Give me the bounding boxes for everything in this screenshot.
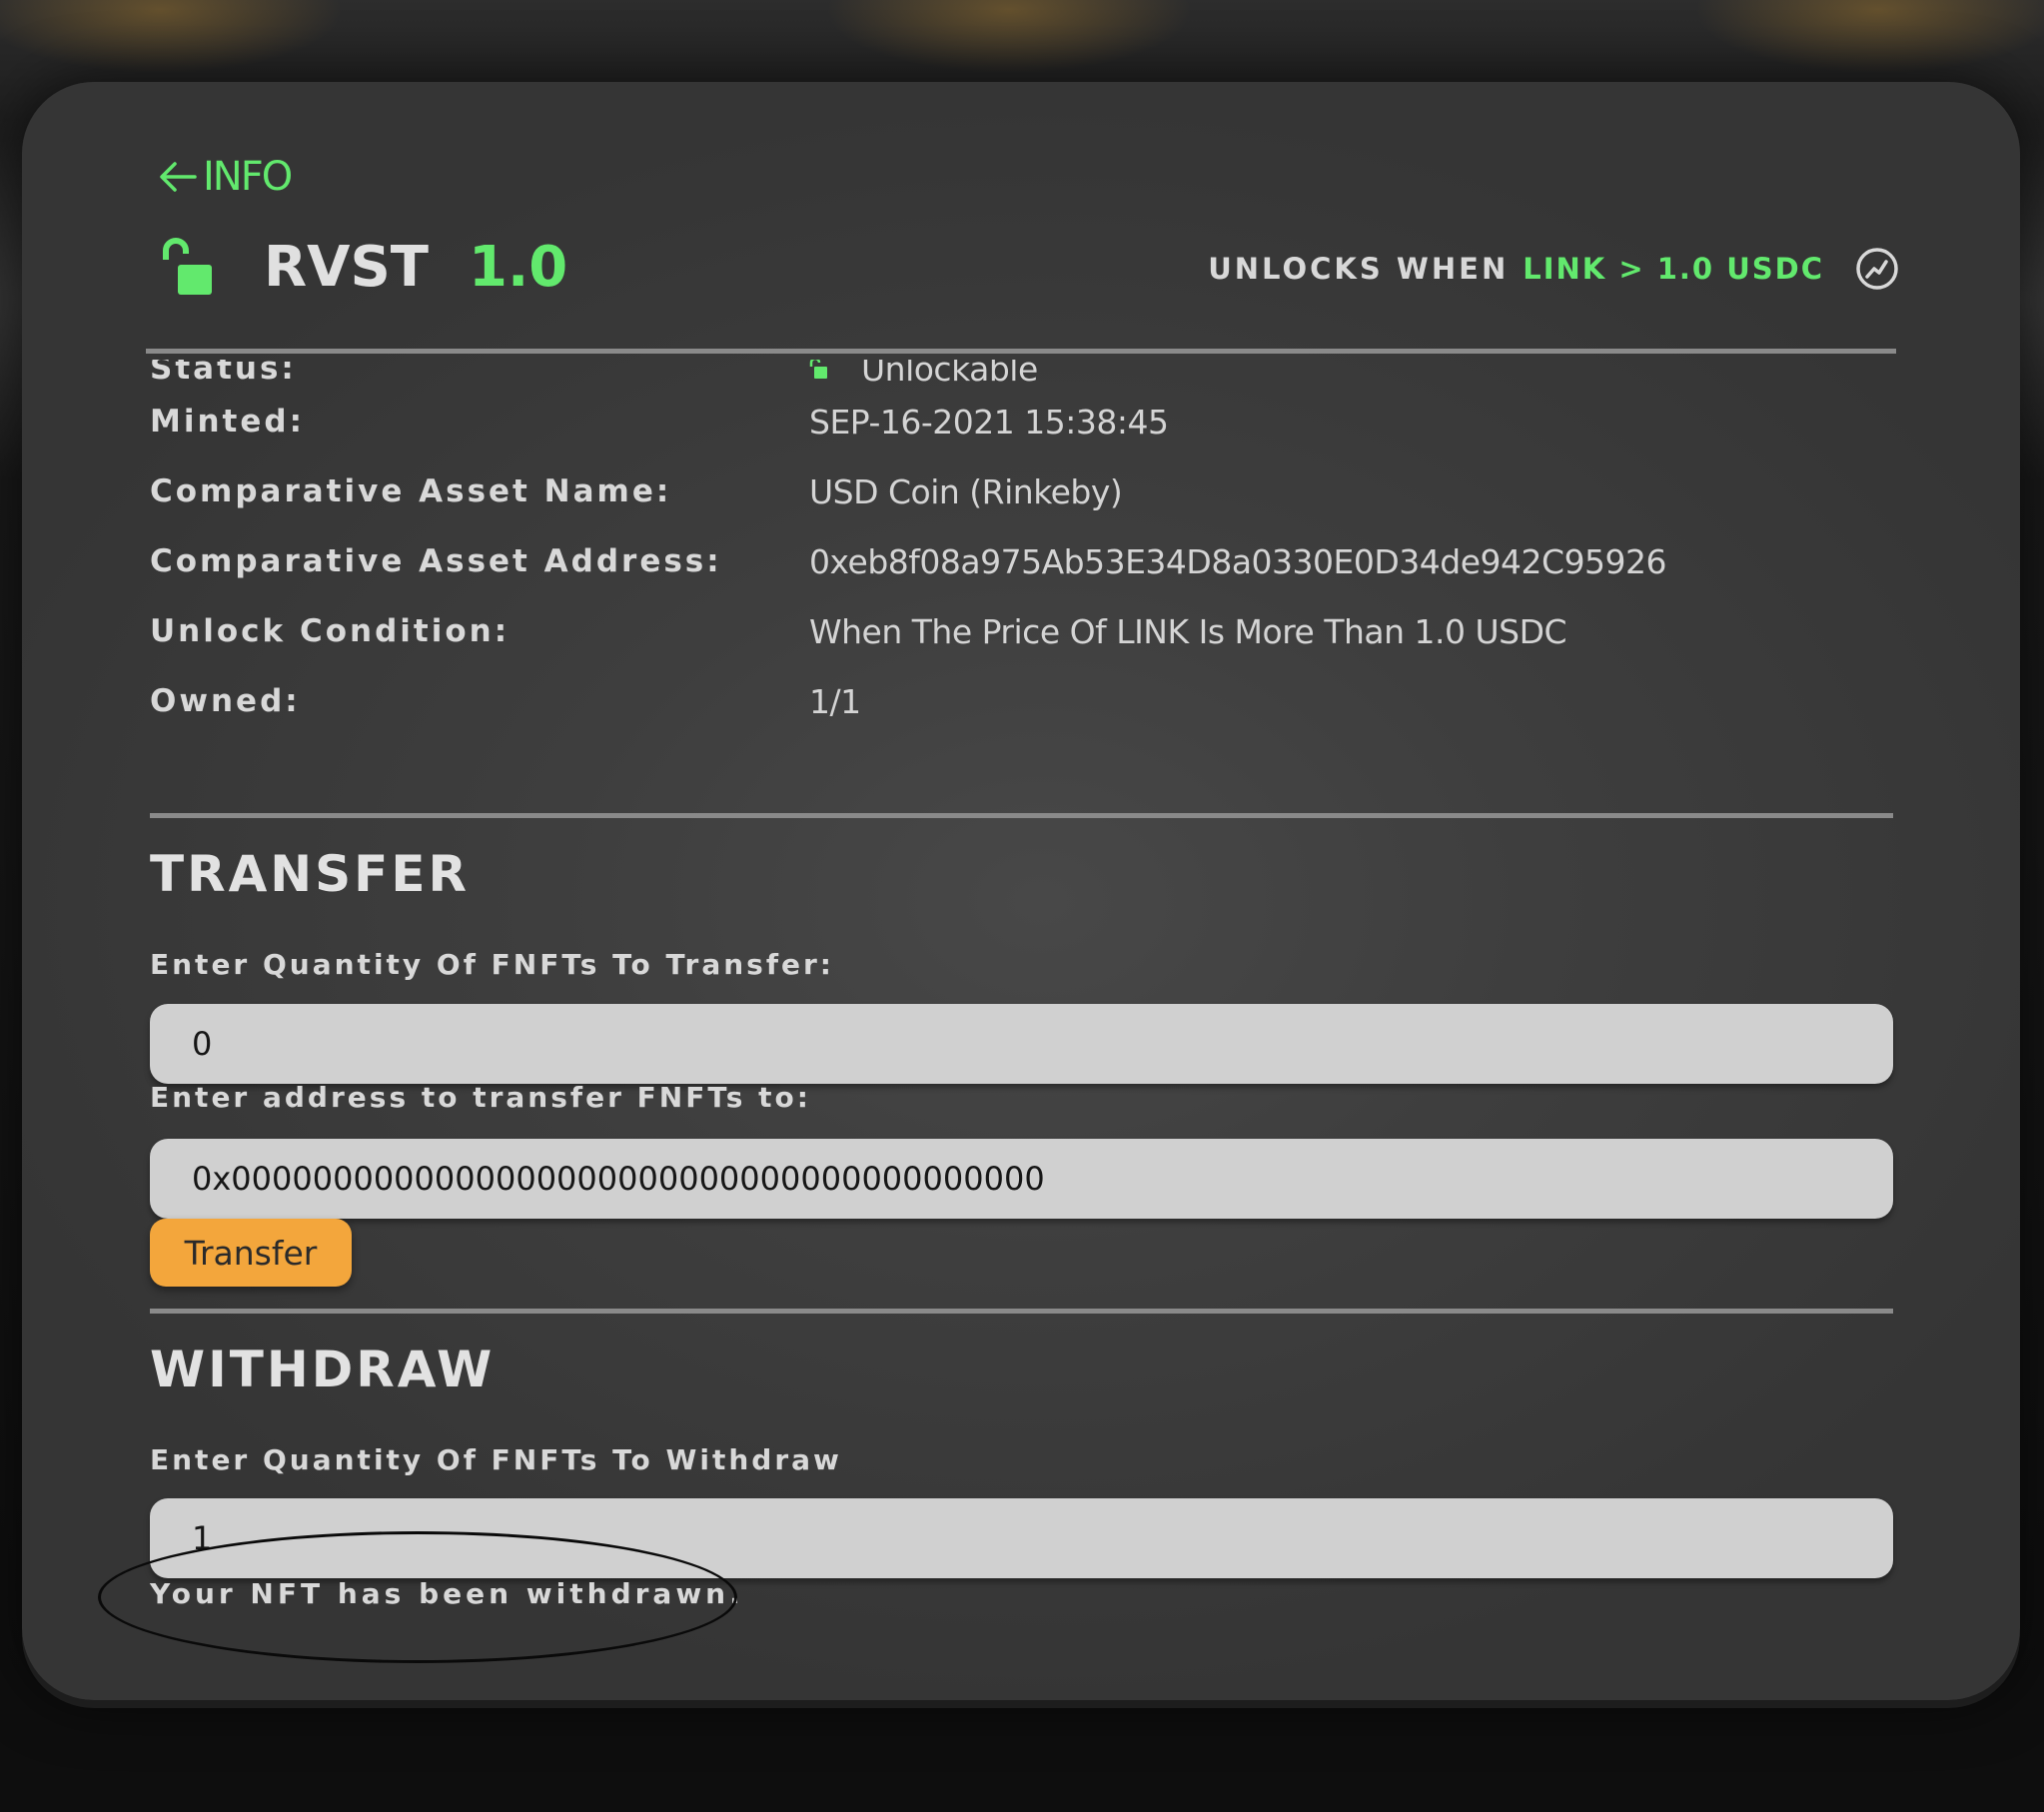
nft-detail-card: INFO RVST 1.0 UNLOCKS WHEN LINK > 1.0 US… [22,82,2020,1700]
info-label: Unlock Condition: [150,613,511,649]
transfer-button[interactable]: Transfer [150,1219,352,1287]
info-divider [150,813,1893,818]
info-row-minted: Minted: SEP-16-2021 15:38:45 [150,387,1169,456]
chart-trend-icon[interactable] [1854,246,1900,292]
info-value: When The Price Of LINK Is More Than 1.0 … [809,611,1567,651]
info-row-asset-name: Comparative Asset Name: USD Coin (Rinkeb… [150,456,1123,526]
token-info-list: Status: Unlockable Minted: SEP-16-2021 1… [22,360,2020,859]
unlocked-padlock-icon [163,238,212,295]
info-row-unlock-condition: Unlock Condition: When The Price Of LINK… [150,596,1567,666]
info-label: Comparative Asset Name: [150,473,672,509]
info-value: 0xeb8f08a975Ab53E34D8a0330E0D34de942C959… [809,541,1667,581]
back-link-label: INFO [203,154,293,200]
info-value: Unlockable [809,360,1038,389]
transfer-address-input[interactable]: 0x00000000000000000000000000000000000000… [150,1139,1893,1219]
transfer-address-label: Enter address to transfer FNFTs to: [150,1081,811,1114]
transfer-quantity-input[interactable]: 0 [150,1004,1893,1084]
info-label: Minted: [150,404,305,440]
transfer-quantity-label: Enter Quantity Of FNFTs To Transfer: [150,948,835,981]
info-row-asset-address: Comparative Asset Address: 0xeb8f08a975A… [150,526,1667,596]
transfer-section-title: TRANSFER [150,845,470,903]
unlock-condition-summary: UNLOCKS WHEN LINK > 1.0 USDC [1208,234,1900,304]
header-divider [146,349,1896,354]
unlocked-status-icon [809,360,827,379]
unlock-prefix: UNLOCKS WHEN [1208,252,1510,286]
info-label: Status: [150,360,297,387]
transfer-divider [150,1309,1893,1314]
annotation-ellipse [98,1531,737,1663]
status-value: Unlockable [861,360,1038,389]
info-label: Owned: [150,683,301,719]
info-value: USD Coin (Rinkeby) [809,471,1123,511]
info-row-owned: Owned: 1/1 [150,666,861,736]
withdraw-quantity-label: Enter Quantity Of FNFTs To Withdraw [150,1443,842,1476]
info-label: Comparative Asset Address: [150,543,722,579]
token-name: RVST [264,234,429,300]
unlock-condition-text: LINK > 1.0 USDC [1523,252,1824,286]
info-value: 1/1 [809,681,861,721]
token-version: 1.0 [469,234,568,300]
token-title-row: RVST 1.0 [160,222,567,312]
info-value: SEP-16-2021 15:38:45 [809,402,1169,442]
back-to-info-link[interactable]: INFO [157,147,293,207]
arrow-left-icon [160,162,197,192]
withdraw-section-title: WITHDRAW [150,1341,496,1398]
